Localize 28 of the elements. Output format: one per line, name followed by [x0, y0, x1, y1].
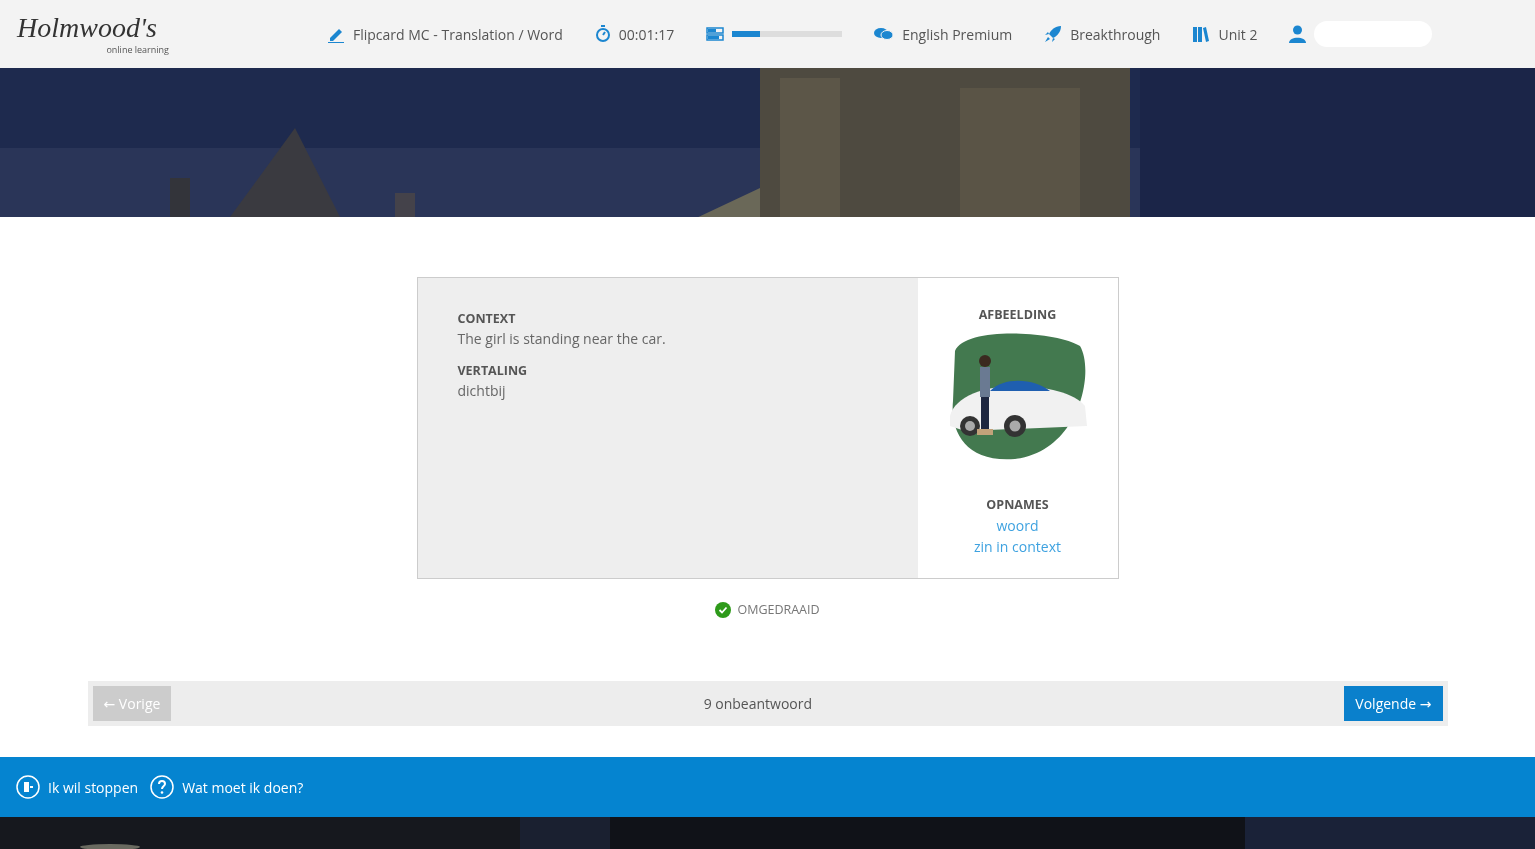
exit-door-icon — [16, 775, 40, 799]
next-button[interactable]: Volgende → — [1344, 686, 1443, 721]
footer-link[interactable]: Ik wil stoppen — [48, 777, 139, 797]
logo-tagline: online learning — [106, 42, 169, 56]
progress-icon — [706, 27, 725, 41]
timer-text: 00:01:17 — [618, 24, 675, 44]
unit-name: Unit 2 — [1218, 24, 1258, 44]
status-label: OMGEDRAAID — [737, 601, 820, 618]
exercise-title: Flipcard MC - Translation / Word — [353, 24, 563, 44]
section-heading: VERTALING — [457, 362, 529, 379]
section-text: The girl is standing near the car. — [457, 329, 667, 348]
recording-link[interactable]: zin in context — [974, 536, 1061, 557]
stopwatch-icon — [594, 25, 611, 43]
recordings-heading: OPNAMES — [986, 496, 1049, 513]
section-text: dichtbij — [457, 381, 507, 400]
recording-link[interactable]: woord — [996, 515, 1039, 536]
question-icon — [150, 775, 175, 799]
image-heading: AFBEELDING — [978, 306, 1057, 323]
books-icon — [1192, 25, 1211, 43]
section-heading: CONTEXT — [457, 310, 517, 327]
chat-bubbles-icon — [874, 27, 895, 41]
course-name: English Premium — [902, 24, 1013, 44]
footer-link[interactable]: Wat moet ik doen? — [182, 777, 304, 797]
unanswered-count: 9 onbeantwoord — [703, 694, 813, 713]
level-name: Breakthrough — [1070, 24, 1161, 44]
rocket-icon — [1044, 25, 1063, 43]
logo-wordmark[interactable]: Holmwood's — [17, 12, 177, 43]
user-icon[interactable] — [1289, 25, 1307, 43]
